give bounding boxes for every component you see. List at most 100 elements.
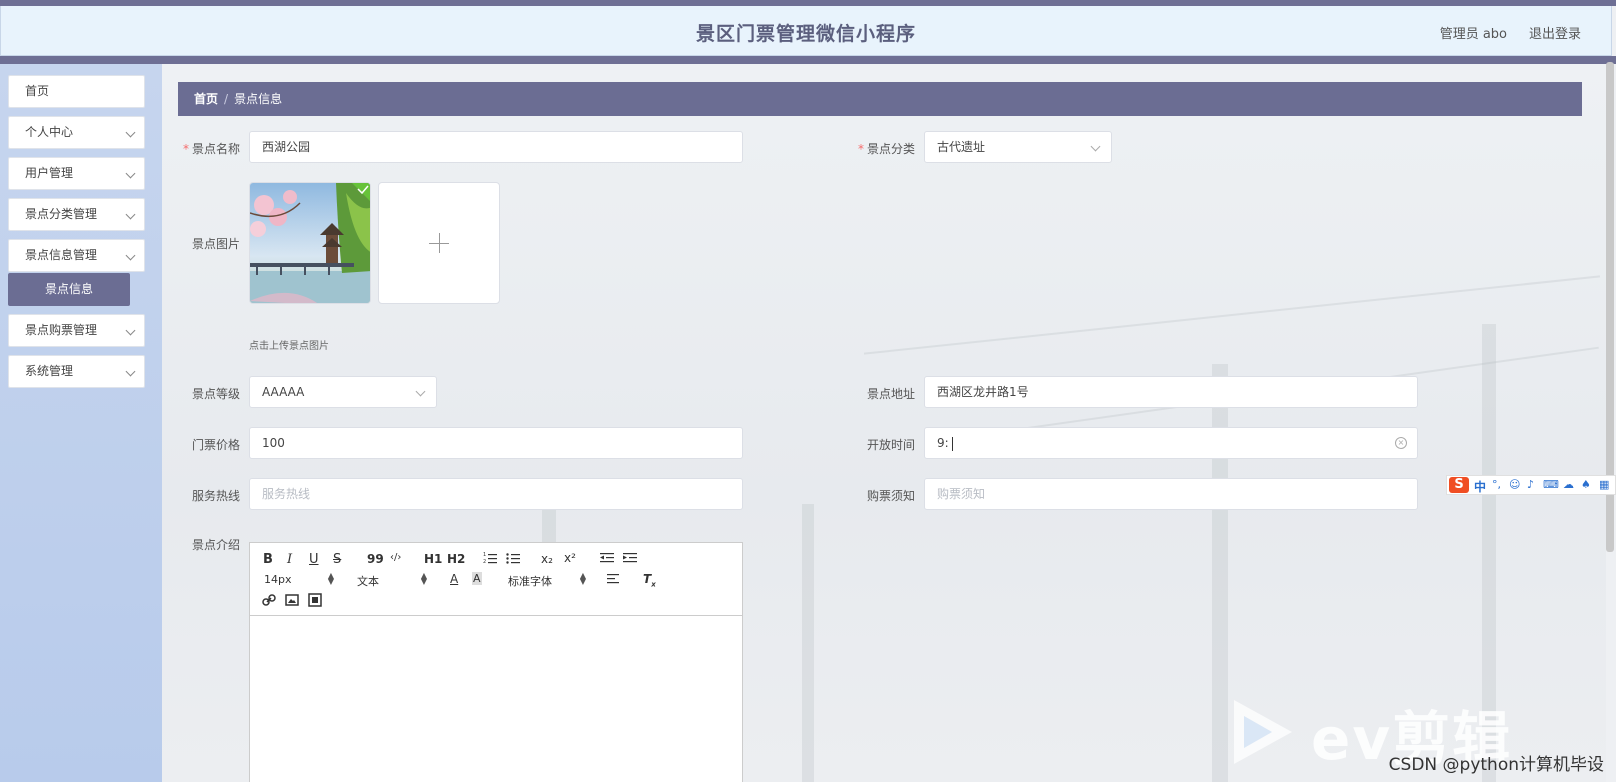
updown-icon: ▲ ▼ — [420, 571, 427, 586]
sidebar-item-spot-info[interactable]: 景点信息管理 — [8, 239, 145, 272]
hotline-input[interactable]: 服务热线 — [249, 478, 743, 510]
svg-text:1: 1 — [483, 552, 486, 558]
indent-icon[interactable] — [623, 551, 637, 568]
chevron-down-icon — [125, 209, 136, 220]
notice-label: 购票须知 — [866, 489, 915, 503]
h1-button[interactable]: H1 — [424, 552, 442, 566]
blockquote-button[interactable]: 99 — [367, 552, 384, 566]
strike-button[interactable]: S — [333, 552, 341, 567]
hotline-label: 服务热线 — [191, 489, 240, 503]
sidebar-item-label: 个人中心 — [25, 125, 74, 139]
chevron-down-icon — [125, 366, 136, 377]
plus-icon-stem — [439, 233, 440, 253]
h2-button[interactable]: H2 — [447, 552, 465, 566]
breadcrumb-current: 景点信息 — [234, 92, 283, 106]
price-label: 门票价格 — [191, 438, 240, 452]
sidebar-item-label: 景点信息管理 — [25, 248, 98, 262]
upload-image-button[interactable] — [378, 182, 500, 304]
text-color-icon[interactable]: A — [450, 572, 458, 586]
background-decoration — [802, 504, 814, 782]
keyboard-icon[interactable]: ⌨ — [1543, 478, 1559, 491]
image-icon[interactable] — [285, 593, 299, 610]
west-lake-photo — [250, 183, 370, 303]
punctuation-icon[interactable]: °, — [1492, 478, 1501, 491]
text-caret — [951, 436, 953, 451]
sidebar-item-label: 景点分类管理 — [25, 207, 98, 221]
open-time-value: 9: — [937, 436, 949, 450]
code-button[interactable]: ‹/› — [390, 552, 401, 563]
main-content: 首页 / 景点信息 * 景点名称 西湖公园 * 景点分类 古代遗址 景点图片 点… — [162, 64, 1606, 782]
name-label: * 景点名称 — [170, 140, 240, 157]
header-picker[interactable]: 文本 ▲ ▼ — [357, 571, 427, 589]
chevron-down-icon — [125, 127, 136, 138]
chevron-down-icon — [415, 386, 426, 397]
sidebar-item-tickets[interactable]: 景点购票管理 — [8, 314, 145, 347]
name-input[interactable]: 西湖公园 — [249, 131, 743, 163]
open-time-input[interactable]: 9: × — [924, 427, 1418, 459]
background-color-icon[interactable]: A — [472, 572, 482, 585]
upload-tip: 点击上传景点图片 — [249, 341, 329, 352]
uploaded-image[interactable] — [249, 182, 371, 304]
bullet-list-icon[interactable] — [506, 551, 520, 568]
sidebar-item-label: 系统管理 — [25, 364, 74, 378]
tools-icon[interactable]: ☁ — [1563, 478, 1574, 491]
skin-icon[interactable]: ♠ — [1581, 478, 1591, 491]
microphone-icon[interactable]: ♪ — [1527, 478, 1534, 491]
breadcrumb-home[interactable]: 首页 — [194, 92, 218, 106]
sidebar: 首页 个人中心 用户管理 景点分类管理 景点信息管理 景点信息 景点购票管理 系… — [0, 64, 162, 782]
sidebar-item-home[interactable]: 首页 — [8, 75, 145, 108]
sidebar-item-label: 用户管理 — [25, 166, 74, 180]
font-size-value: 14px — [264, 573, 292, 586]
sogou-ime-icon[interactable]: S — [1449, 477, 1469, 493]
name-label-text: 景点名称 — [191, 142, 240, 156]
video-icon[interactable] — [308, 593, 322, 610]
subscript-button[interactable]: x₂ — [541, 552, 553, 566]
ordered-list-icon[interactable]: 12 — [483, 551, 497, 568]
category-select[interactable]: 古代遗址 — [924, 131, 1112, 163]
sidebar-item-users[interactable]: 用户管理 — [8, 157, 145, 190]
sidebar-subitem-spot-info[interactable]: 景点信息 — [8, 273, 130, 306]
level-select-value: AAAAA — [262, 385, 305, 399]
category-label-text: 景点分类 — [866, 142, 915, 156]
chevron-down-icon — [125, 325, 136, 336]
level-select[interactable]: AAAAA — [249, 376, 437, 408]
current-user: 管理员 abo — [1439, 27, 1507, 42]
category-label: * 景点分类 — [845, 140, 915, 157]
font-family-picker[interactable]: 标准字体 ▲ ▼ — [508, 571, 586, 589]
clear-format-icon[interactable]: Tx — [643, 572, 656, 588]
updown-icon: ▲ ▼ — [579, 571, 586, 586]
app-header: 景区门票管理微信小程序 管理员 abo 退出登录 — [0, 6, 1612, 56]
ime-language-toggle[interactable]: 中 — [1474, 478, 1486, 495]
sidebar-item-profile[interactable]: 个人中心 — [8, 116, 145, 149]
breadcrumb-separator: / — [224, 92, 229, 106]
emoji-icon[interactable]: ☺ — [1509, 478, 1520, 491]
align-icon[interactable] — [607, 572, 621, 589]
underline-button[interactable]: U — [309, 552, 319, 567]
address-input[interactable]: 西湖区龙井路1号 — [924, 376, 1418, 408]
sidebar-item-system[interactable]: 系统管理 — [8, 355, 145, 388]
svg-text:2: 2 — [483, 559, 486, 565]
required-mark: * — [857, 142, 864, 156]
notice-input[interactable]: 购票须知 — [924, 478, 1418, 510]
superscript-button[interactable]: x² — [564, 551, 576, 565]
menu-grid-icon[interactable]: ▦ — [1599, 478, 1609, 491]
required-mark: * — [182, 142, 189, 156]
outdent-icon[interactable] — [600, 551, 614, 568]
chevron-down-icon — [125, 250, 136, 261]
bold-button[interactable]: B — [263, 552, 273, 567]
logout-button[interactable]: 退出登录 — [1529, 23, 1581, 42]
sidebar-item-category[interactable]: 景点分类管理 — [8, 198, 145, 231]
chevron-down-icon — [1090, 141, 1101, 152]
rich-text-editor: B I U S 99 ‹/› H1 H2 12 x₂ x² 14px ▲ ▼ 文本 ▲… — [249, 542, 743, 782]
header-underline — [0, 56, 1616, 64]
font-size-picker[interactable]: 14px ▲ ▼ — [264, 572, 334, 587]
level-label: 景点等级 — [191, 387, 240, 401]
link-icon[interactable] — [262, 593, 276, 610]
breadcrumb: 首页 / 景点信息 — [178, 82, 1582, 116]
category-select-value: 古代遗址 — [937, 140, 986, 154]
editor-toolbar: B I U S 99 ‹/› H1 H2 12 x₂ x² 14px ▲ ▼ 文本 ▲… — [250, 543, 742, 616]
font-family-value: 标准字体 — [508, 575, 552, 588]
italic-button[interactable]: I — [287, 552, 292, 567]
clear-icon[interactable]: × — [1395, 437, 1407, 449]
price-input[interactable]: 100 — [249, 427, 743, 459]
